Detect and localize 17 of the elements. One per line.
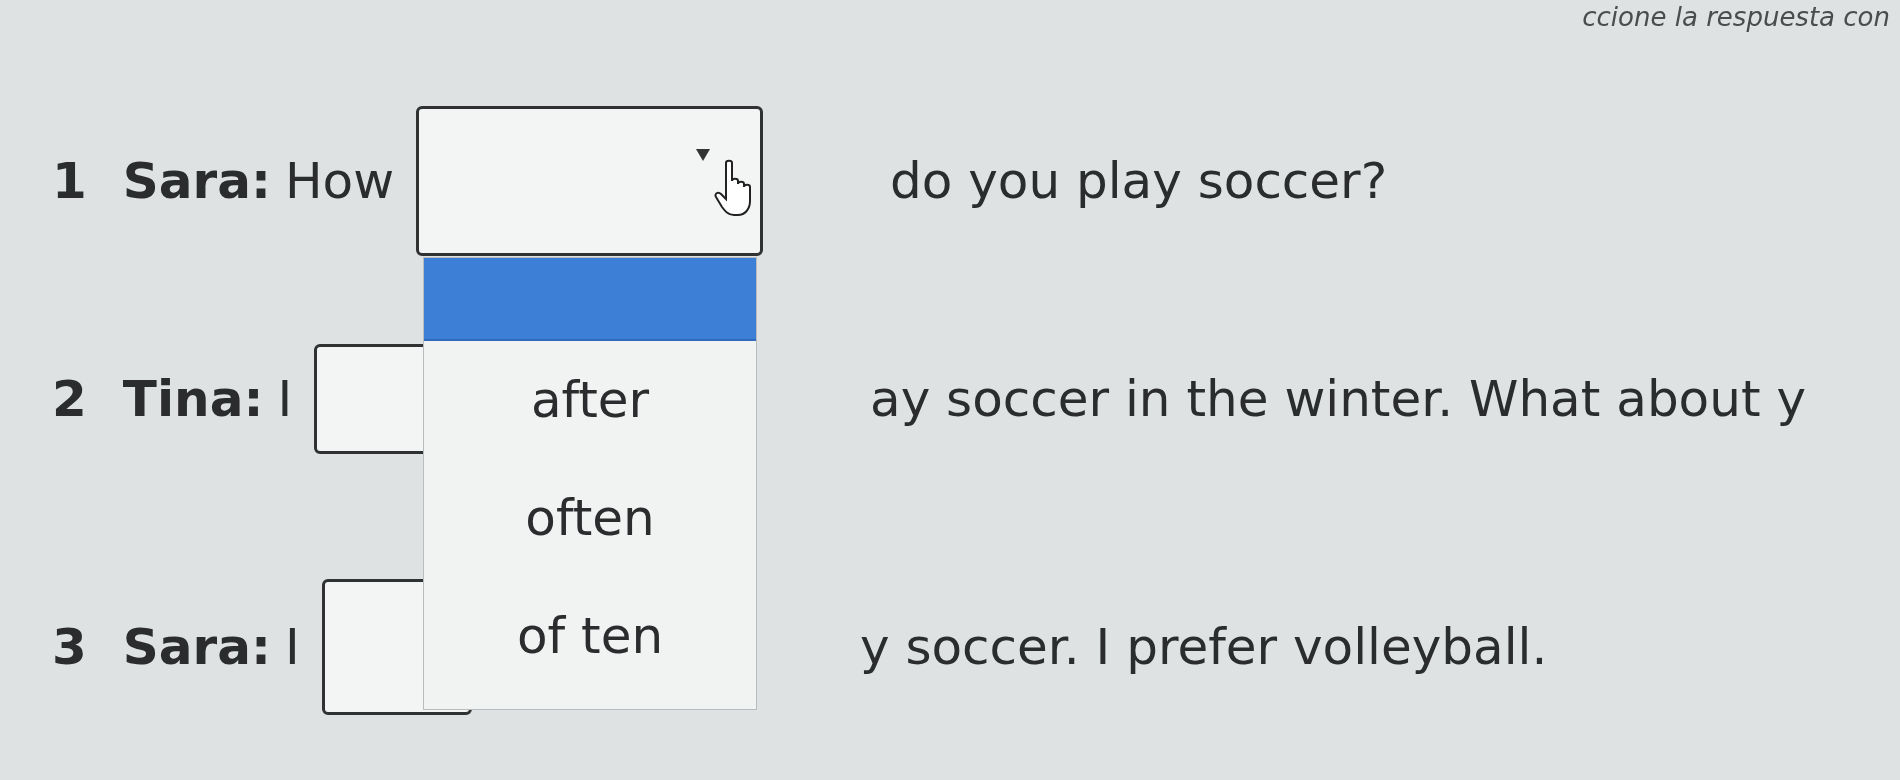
item-number: 1 <box>52 152 87 210</box>
dropdown-option[interactable]: after <box>424 341 757 459</box>
speaker-label: Sara: <box>122 618 271 676</box>
speaker-label: Tina: <box>122 370 264 428</box>
item-number: 2 <box>52 370 87 428</box>
dropdown-option[interactable]: of ten <box>424 577 757 695</box>
sentence-text: do you play soccer? <box>890 152 1388 210</box>
sentence-text: How <box>284 152 395 210</box>
sentence-text: I <box>284 618 300 676</box>
sentence-text: y soccer. I prefer volleyball. <box>860 618 1548 676</box>
sentence-text: ay soccer in the winter. What about y <box>870 370 1806 428</box>
dropdown-arrow-icon <box>696 149 711 161</box>
item-number: 3 <box>52 618 87 676</box>
dropdown-option[interactable]: often <box>424 459 757 577</box>
sentence-text: I <box>277 370 293 428</box>
speaker-label: Sara: <box>122 152 271 210</box>
instruction-text: ccione la respuesta con <box>1582 4 1891 30</box>
